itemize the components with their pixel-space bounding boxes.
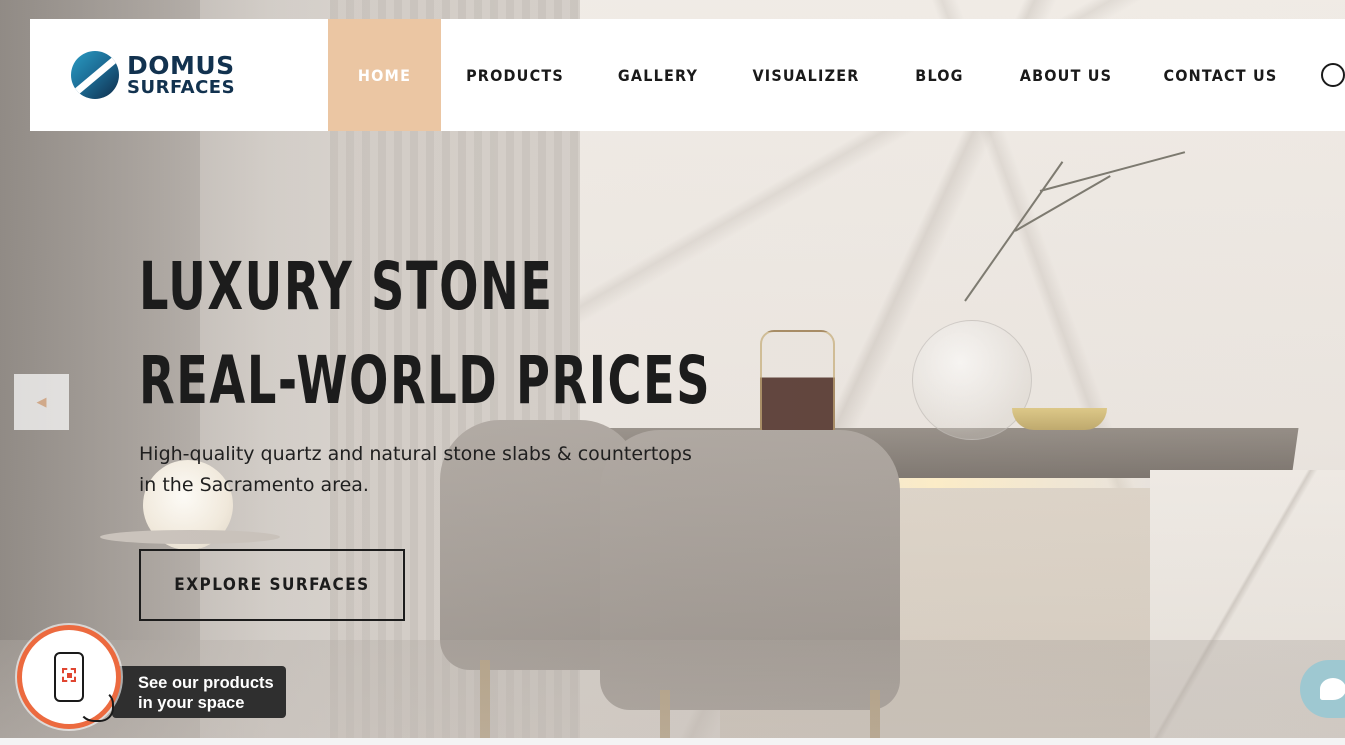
logo-name-line2: SURFACES — [127, 77, 236, 98]
phone-ar-icon — [54, 652, 114, 722]
hero-headline-line1: LUXURY STONE — [139, 248, 554, 325]
nav-contact-us[interactable]: CONTACT US — [1138, 19, 1303, 131]
logo-mark-icon — [71, 51, 119, 99]
nav-gallery[interactable]: GALLERY — [589, 19, 727, 131]
ar-widget-button[interactable] — [17, 625, 121, 729]
hero-subtext: High-quality quartz and natural stone sl… — [139, 439, 739, 501]
main-nav: HOME PRODUCTS GALLERY VISUALIZER BLOG AB… — [328, 19, 1303, 131]
nav-products[interactable]: PRODUCTS — [441, 19, 589, 131]
triangle-left-icon: ◀ — [36, 394, 47, 409]
search-toggle[interactable] — [1303, 19, 1345, 131]
page-bottom-edge — [0, 738, 1345, 745]
nav-blog[interactable]: BLOG — [885, 19, 994, 131]
hero-subtext-line2: in the Sacramento area. — [139, 474, 369, 496]
ar-label-line2: in your space — [138, 694, 245, 712]
hero-headline: LUXURY STONE REAL-WORLD PRICES — [139, 240, 711, 428]
site-header: DOMUS SURFACES HOME PRODUCTS GALLERY VIS… — [30, 19, 1345, 131]
chat-bubble-icon — [1320, 678, 1345, 700]
hand-icon — [78, 690, 114, 722]
explore-surfaces-button[interactable]: EXPLORE SURFACES — [139, 549, 405, 621]
nav-visualizer[interactable]: VISUALIZER — [727, 19, 885, 131]
search-icon[interactable] — [1321, 63, 1345, 87]
hero-headline-line2: REAL-WORLD PRICES — [139, 342, 712, 419]
ar-target-dot — [67, 673, 72, 678]
brand-logo[interactable]: DOMUS SURFACES — [30, 19, 328, 131]
nav-home[interactable]: HOME — [328, 19, 441, 131]
nav-about-us[interactable]: ABOUT US — [994, 19, 1138, 131]
ar-widget-label[interactable]: See our products in your space — [112, 666, 286, 718]
hero-subtext-line1: High-quality quartz and natural stone sl… — [139, 443, 692, 465]
ar-label-line1: See our products — [138, 674, 274, 692]
logo-name-line1: DOMUS — [127, 51, 235, 80]
logo-text: DOMUS SURFACES — [127, 53, 235, 97]
slider-prev-button[interactable]: ◀ — [14, 374, 69, 430]
